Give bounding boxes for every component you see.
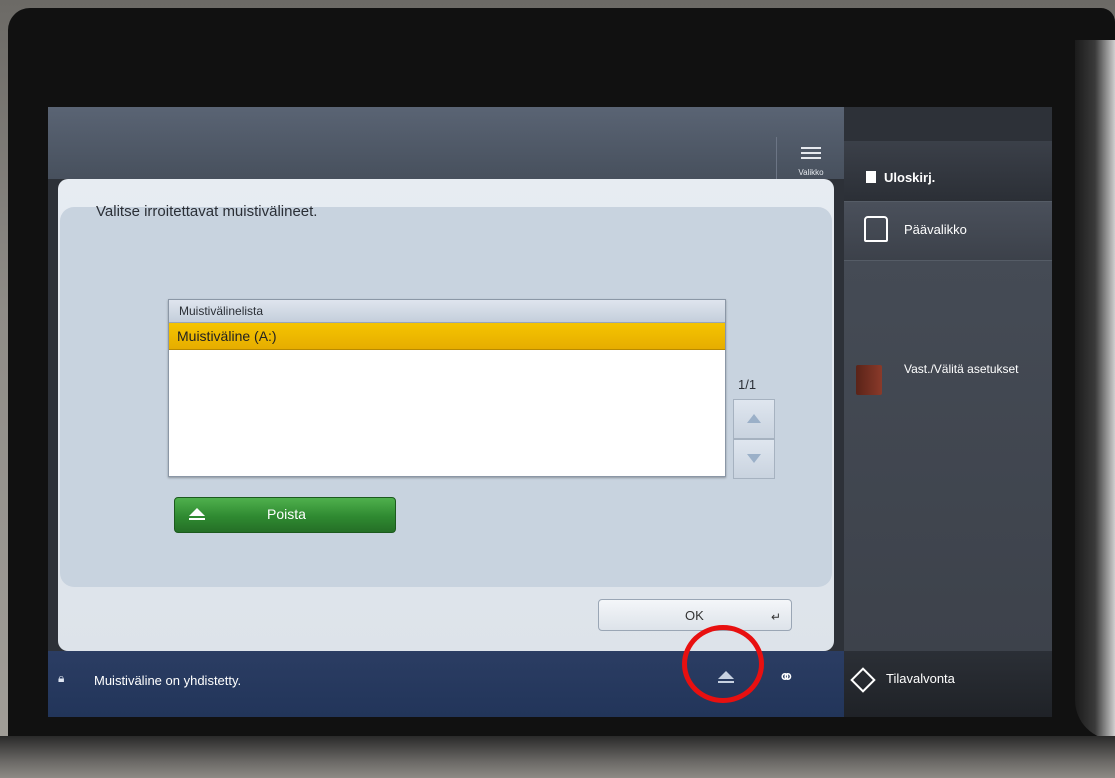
right-sidebar: Uloskirj. Päävalikko Vast./Välitä asetuk…: [844, 141, 1052, 717]
logout-button[interactable]: Uloskirj.: [844, 141, 1052, 202]
device-edge: [1075, 40, 1115, 740]
media-list: Muistivälinelista Muistiväline (A:): [168, 299, 726, 477]
book-icon: [856, 365, 882, 395]
ok-button[interactable]: OK ↵: [598, 599, 792, 631]
device-bottom: [0, 736, 1115, 778]
remove-button-label: Poista: [267, 506, 306, 522]
logout-label: Uloskirj.: [884, 170, 936, 185]
remove-button[interactable]: Poista: [174, 497, 396, 533]
menu-icon: [801, 147, 821, 159]
up-arrow-icon: [747, 414, 761, 423]
menu-button[interactable]: Valikko: [776, 137, 845, 185]
menu-label: Valikko: [798, 168, 824, 177]
return-icon: ↵: [770, 610, 781, 624]
down-arrow-icon: [747, 454, 761, 463]
status-monitor-button[interactable]: Tilavalvonta: [844, 651, 1052, 717]
logout-icon: [866, 171, 876, 183]
instruction-text: Valitse irroitettavat muistivälineet.: [96, 203, 318, 220]
home-icon: [864, 216, 888, 242]
page-indicator: 1/1: [738, 377, 757, 392]
lock-icon: 🔒︎: [58, 671, 65, 685]
annotation-circle: [682, 625, 764, 703]
home-label: Päävalikko: [904, 222, 967, 237]
list-item[interactable]: Muistiväline (A:): [169, 323, 725, 350]
scroll-up-button[interactable]: [733, 399, 775, 439]
link-icon[interactable]: ⚭: [778, 665, 795, 690]
main-content: Valitse irroitettavat muistivälineet. Mu…: [58, 179, 834, 651]
favorite-settings-label: Vast./Välitä asetukset: [904, 362, 1019, 376]
scroll-down-button[interactable]: [733, 439, 775, 479]
top-band: [48, 107, 844, 179]
list-header: Muistivälinelista: [169, 300, 725, 323]
status-message: Muistiväline on yhdistetty.: [94, 673, 242, 688]
touch-screen: Valikko Valitse irroitettavat muistiväli…: [48, 107, 1052, 717]
home-button[interactable]: Päävalikko: [844, 202, 1052, 261]
eject-icon: [189, 508, 205, 522]
ok-button-label: OK: [685, 608, 704, 623]
favorite-settings-button[interactable]: Vast./Välitä asetukset: [844, 261, 1052, 651]
eye-icon: [850, 667, 876, 693]
status-monitor-label: Tilavalvonta: [886, 671, 955, 686]
